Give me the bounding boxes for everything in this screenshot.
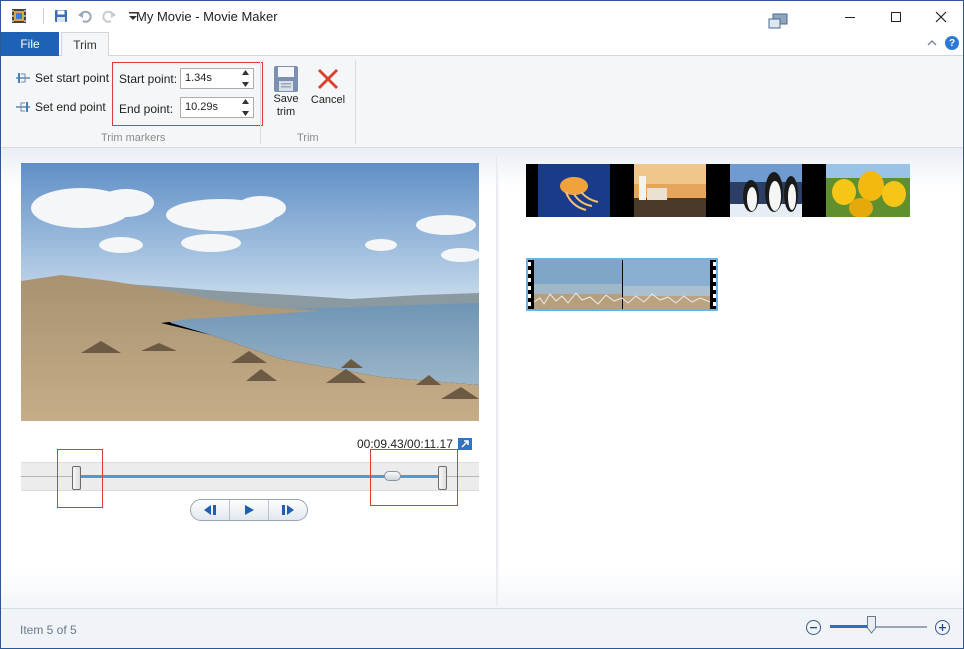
- maximize-button[interactable]: [873, 1, 919, 32]
- jellyfish-clip: [538, 164, 610, 217]
- help-icon[interactable]: ?: [945, 36, 959, 50]
- lighthouse-clip: [634, 164, 706, 217]
- play-button[interactable]: [230, 500, 269, 520]
- qat-separator: [43, 8, 44, 24]
- previous-frame-button[interactable]: [191, 500, 230, 520]
- collapse-ribbon-icon[interactable]: [925, 36, 939, 50]
- cancel-label: Cancel: [310, 94, 346, 106]
- thumbnail-size-icon[interactable]: [768, 13, 788, 29]
- cancel-trim-button[interactable]: Cancel: [309, 66, 347, 107]
- plus-icon: [939, 624, 946, 631]
- minimize-icon: [845, 16, 855, 18]
- trim-group-label: Trim: [297, 132, 319, 144]
- tab-trim[interactable]: Trim: [61, 32, 109, 57]
- beach-clip-thumbnail: [528, 260, 716, 309]
- play-icon: [245, 505, 254, 515]
- fullscreen-preview-icon[interactable]: [457, 437, 473, 451]
- close-icon: [935, 11, 947, 22]
- set-start-point-button[interactable]: Set start point: [15, 71, 109, 85]
- maximize-icon: [891, 11, 901, 22]
- zoom-slider-thumb[interactable]: [866, 616, 876, 634]
- selected-video-clip[interactable]: [526, 258, 718, 311]
- save-trim-icon: [274, 66, 298, 92]
- cancel-x-icon: [318, 69, 338, 89]
- ribbon-tab-bar: File Trim ?: [1, 32, 963, 57]
- save-icon[interactable]: [52, 7, 70, 25]
- penguins-clip: [730, 164, 802, 217]
- set-end-point-label: Set end point: [35, 100, 106, 114]
- zoom-slider-fill: [830, 625, 871, 628]
- storyboard-strip: [526, 164, 910, 217]
- trim-markers-group-label: Trim markers: [101, 132, 166, 144]
- minus-icon: [810, 627, 817, 629]
- zoom-out-button[interactable]: [806, 620, 821, 635]
- set-start-point-label: Set start point: [35, 71, 110, 85]
- previous-frame-icon: [204, 505, 216, 515]
- ribbon-panel: Set start point Set end point Start poin…: [1, 56, 963, 148]
- highlight-start-handle: [57, 449, 103, 508]
- next-frame-icon: [282, 505, 294, 515]
- video-preview[interactable]: [21, 163, 479, 421]
- save-trim-button[interactable]: Save trim: [270, 65, 302, 119]
- tulips-clip: [826, 164, 910, 217]
- film-icon[interactable]: [11, 8, 27, 24]
- save-trim-label-2: trim: [276, 106, 296, 118]
- storyboard-thumbnails: [526, 164, 910, 217]
- save-trim-label-1: Save: [273, 93, 299, 105]
- undo-icon[interactable]: [76, 7, 94, 25]
- set-start-icon: [16, 73, 30, 83]
- title-bar: My Movie - Movie Maker: [1, 1, 963, 32]
- next-frame-button[interactable]: [269, 500, 307, 520]
- group-separator: [355, 60, 356, 144]
- window-title: My Movie - Movie Maker: [136, 9, 278, 24]
- redo-icon[interactable]: [100, 7, 118, 25]
- set-end-point-button[interactable]: Set end point: [15, 100, 106, 114]
- playback-controls: [190, 499, 308, 521]
- close-window-button[interactable]: [918, 1, 963, 32]
- pane-splitter[interactable]: [496, 156, 499, 606]
- set-end-icon: [16, 102, 30, 112]
- minimize-button[interactable]: [827, 1, 873, 32]
- tab-file[interactable]: File: [1, 32, 59, 56]
- highlight-trim-fields: [112, 62, 263, 126]
- movie-maker-window: My Movie - Movie Maker File Trim ? Set s…: [0, 0, 964, 649]
- beach-preview-image: [21, 163, 479, 421]
- item-count-status: Item 5 of 5: [20, 623, 77, 637]
- highlight-end-handle: [370, 449, 458, 506]
- zoom-in-button[interactable]: [935, 620, 950, 635]
- group-separator: [260, 60, 261, 144]
